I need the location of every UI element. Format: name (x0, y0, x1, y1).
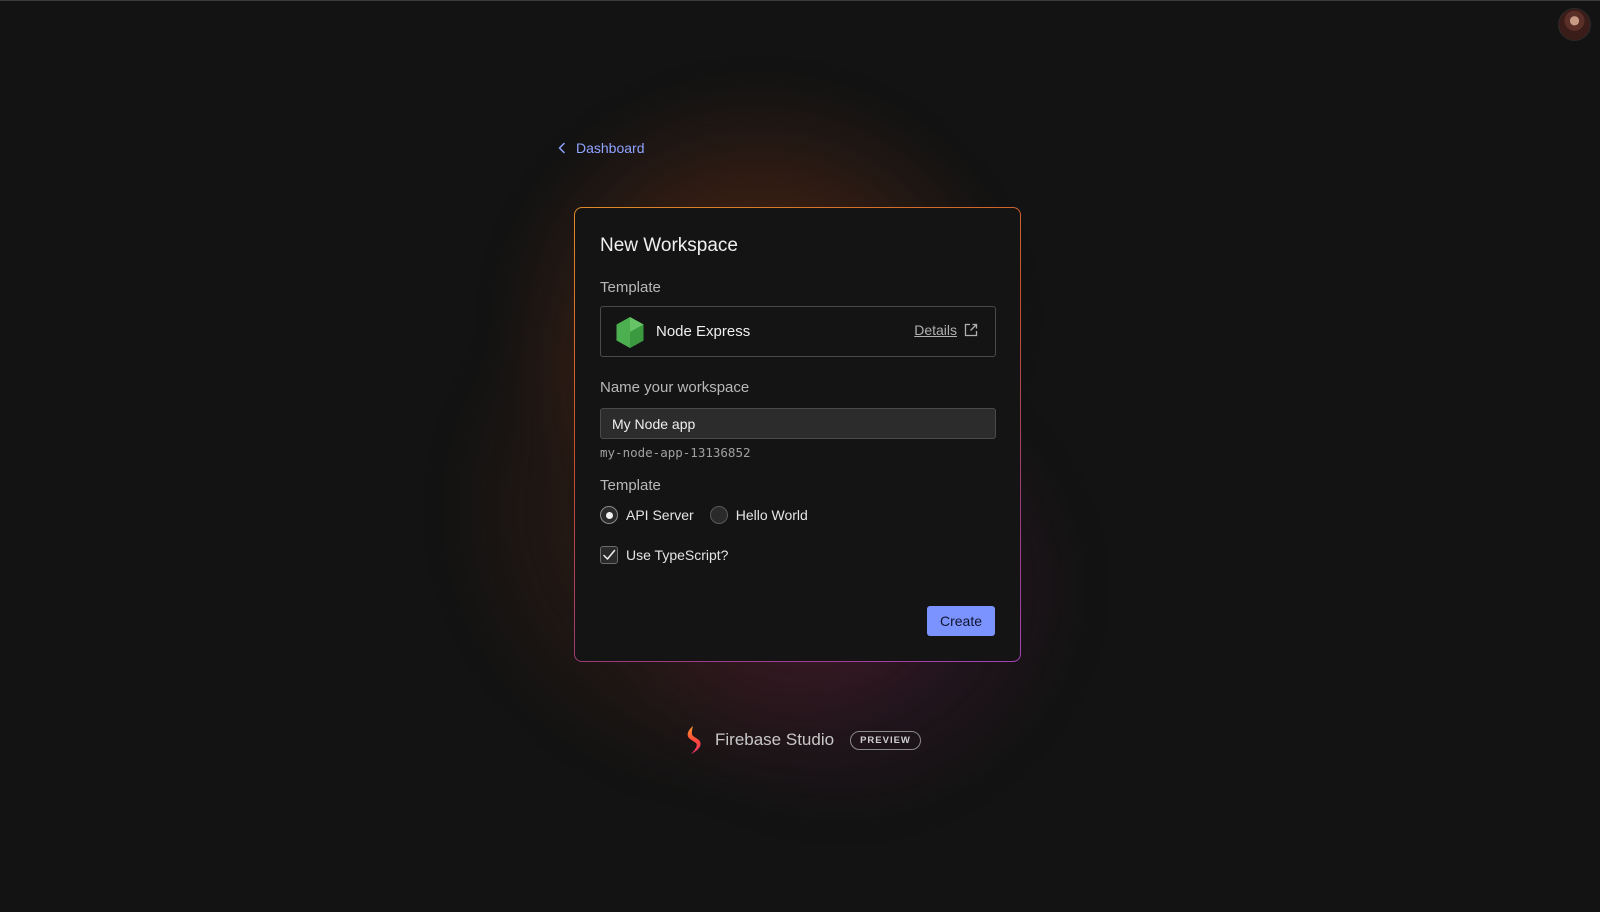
page-frame: Dashboard New Workspace Template Node Ex… (0, 0, 1600, 912)
radio-hello-world[interactable]: Hello World (709, 506, 808, 524)
firebase-studio-logo-icon (687, 726, 701, 754)
node-hexagon-icon (616, 317, 644, 348)
checkmark-icon (603, 549, 616, 560)
back-link-label: Dashboard (576, 140, 645, 156)
external-link-icon (964, 323, 978, 337)
radio-api-server[interactable]: API Server (600, 506, 694, 524)
template-variant-group: API Server Hello World (600, 506, 824, 524)
radio-hello-world-indicator[interactable] (709, 506, 728, 524)
brand-footer: Firebase Studio PREVIEW (683, 725, 921, 755)
details-label: Details (914, 322, 957, 338)
user-avatar[interactable] (1558, 8, 1591, 41)
chevron-left-icon (558, 142, 565, 154)
typescript-checkbox[interactable] (600, 546, 618, 564)
new-workspace-card-body: New Workspace Template Node Express Deta… (575, 208, 1020, 661)
card-title: New Workspace (600, 235, 738, 256)
radio-api-server-indicator[interactable] (600, 506, 618, 524)
workspace-name-input[interactable] (600, 408, 996, 439)
variant-section-label: Template (600, 477, 661, 494)
template-name: Node Express (656, 323, 751, 340)
name-section-label: Name your workspace (600, 379, 750, 396)
back-to-dashboard-link[interactable]: Dashboard (556, 140, 645, 156)
radio-hello-world-label: Hello World (735, 507, 808, 523)
typescript-checkbox-row[interactable]: Use TypeScript? (600, 546, 728, 564)
new-workspace-card: New Workspace Template Node Express Deta… (574, 207, 1021, 662)
radio-api-server-label: API Server (626, 507, 694, 523)
template-section-label: Template (600, 279, 661, 296)
template-details-link[interactable]: Details (914, 322, 979, 338)
workspace-slug: my-node-app-13136852 (600, 445, 751, 460)
template-selector: Node Express Details (600, 306, 996, 357)
preview-badge: PREVIEW (850, 730, 921, 750)
create-button[interactable]: Create (927, 606, 995, 636)
brand-name: Firebase Studio (715, 730, 835, 749)
typescript-label: Use TypeScript? (626, 547, 729, 563)
